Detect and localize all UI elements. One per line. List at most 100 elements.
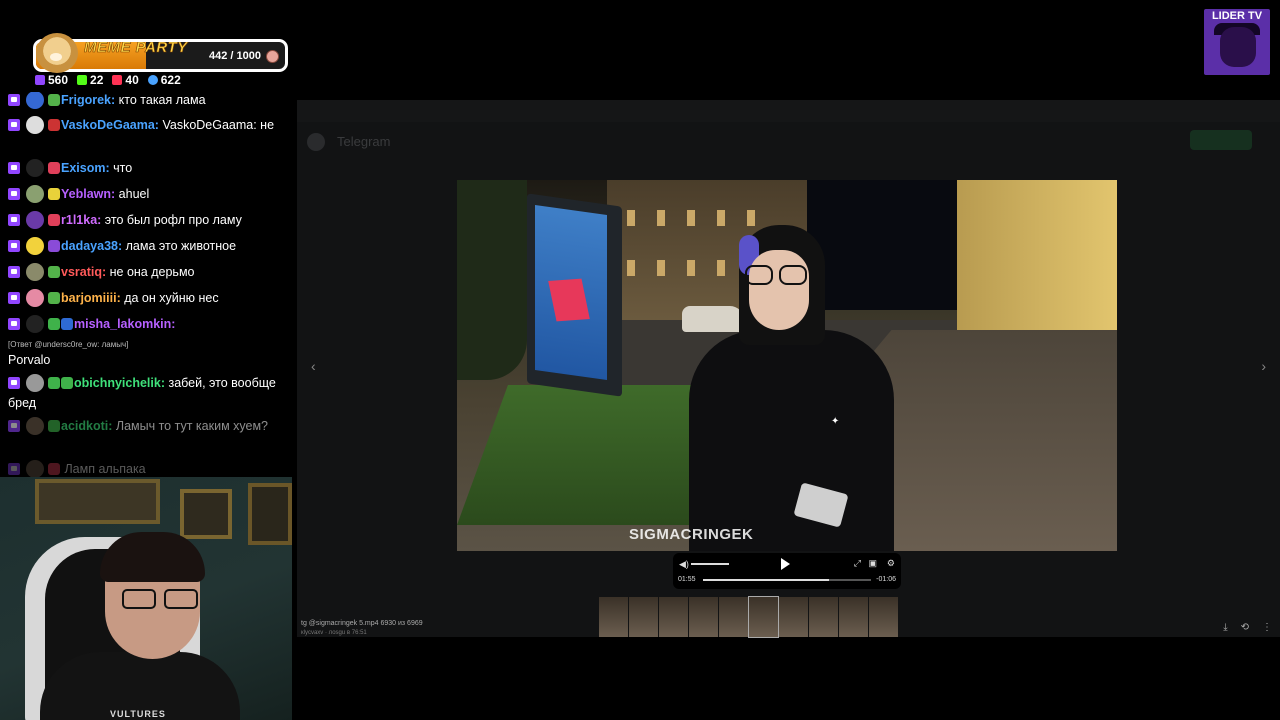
badge-icon <box>48 188 60 200</box>
avatar <box>26 315 44 333</box>
glasses <box>745 265 811 287</box>
shirt-text: VULTURES <box>110 709 166 719</box>
prev-arrow-icon[interactable]: ‹ <box>311 358 316 374</box>
avatar <box>26 460 44 477</box>
heart-badge-icon <box>48 214 60 226</box>
stat-twitch: 560 <box>35 73 68 87</box>
wall-painting <box>35 479 160 524</box>
rotate-icon[interactable]: ⟲ <box>1241 622 1249 633</box>
app-title: Telegram <box>337 134 391 149</box>
wall-painting <box>248 483 292 545</box>
avatar <box>26 417 44 435</box>
twitch-icon <box>8 266 20 278</box>
chat-message: VaskoDeGaama: VaskoDeGaama: не <box>8 115 290 135</box>
play-icon[interactable] <box>781 558 790 570</box>
thumbnail-selected[interactable] <box>748 596 779 638</box>
chat-message: Ламп альпака <box>8 459 290 477</box>
thumbnail[interactable] <box>719 597 748 637</box>
platform-stats: 560 22 40 622 <box>35 73 181 87</box>
thumbnail-strip <box>599 596 898 638</box>
thumbnail[interactable] <box>839 597 868 637</box>
person-face <box>749 250 809 330</box>
badge-icon <box>48 240 60 252</box>
twitch-icon <box>8 377 20 389</box>
glasses <box>122 589 204 611</box>
sprout-badge-icon <box>48 292 60 304</box>
time-current: 01:55 <box>678 576 696 583</box>
avatar <box>26 92 44 109</box>
twitch-icon <box>8 188 20 200</box>
car <box>682 306 744 332</box>
twitch-icon <box>8 463 20 475</box>
media-caption-sub: кlycvaxv · лоsgu в 76:51 <box>301 630 367 636</box>
more-icon[interactable]: ⋮ <box>1262 622 1272 633</box>
kick-icon <box>77 75 88 85</box>
telegram-icon <box>307 133 325 151</box>
time-remaining: -01:06 <box>876 576 896 583</box>
volume-icon[interactable]: ◀) <box>679 559 689 570</box>
chat-message: acidkoti: Ламыч то тут каким хуем? <box>8 416 290 436</box>
twitch-icon <box>8 94 20 106</box>
stat-kick: 22 <box>77 73 103 87</box>
thumbnail[interactable] <box>599 597 628 637</box>
heart-badge-icon <box>48 463 60 475</box>
twitch-icon <box>8 162 20 174</box>
volume-slider[interactable] <box>691 563 729 565</box>
thumbnail[interactable] <box>629 597 658 637</box>
chat-message: Yeblawn: ahuel <box>8 184 290 204</box>
next-arrow-icon[interactable]: › <box>1261 358 1266 374</box>
video-frame[interactable]: SIGMACRINGEK ✦ <box>457 180 1117 551</box>
badge-icon <box>61 318 73 330</box>
seek-bar[interactable] <box>703 579 871 581</box>
badge-icon <box>48 266 60 278</box>
webcam: VULTURES <box>0 477 292 720</box>
stat-viewers: 622 <box>147 73 181 87</box>
badge-icon <box>48 119 60 131</box>
seek-fill <box>703 579 829 581</box>
chat-message: Frigorek: кто такая лама <box>8 92 290 110</box>
ghost-button[interactable] <box>1190 130 1252 150</box>
chat-message: Porvalo <box>8 353 51 367</box>
video-controls: ◀) ⤢ ▣ ⚙ 01:55 -01:06 <box>673 553 901 589</box>
avatar <box>26 185 44 203</box>
download-icon[interactable]: ⤓ <box>1223 622 1227 633</box>
chat-message: dadaya38: лама это животное <box>8 236 290 256</box>
meme-party-count: 442 / 1000 <box>209 50 261 62</box>
thumbnail[interactable] <box>659 597 688 637</box>
badge-icon <box>48 318 60 330</box>
avatar <box>26 159 44 177</box>
thumbnail[interactable] <box>809 597 838 637</box>
mouse-cursor-icon: ✦ <box>831 416 840 427</box>
avatar <box>26 237 44 255</box>
viewer-actions: ⤓ ⟲ ⋮ <box>1223 622 1272 633</box>
twitch-icon <box>35 75 45 85</box>
twitch-icon <box>8 292 20 304</box>
viewers-icon <box>147 75 158 85</box>
viewer-topbar <box>297 100 1280 122</box>
speed-icon[interactable]: ⚙ <box>887 558 895 569</box>
twitch-icon <box>8 119 20 131</box>
stat-vkplay: 40 <box>112 73 139 87</box>
doge-icon <box>36 33 78 73</box>
reply-line: [Ответ @undersc0re_ow: ламыч] <box>8 340 129 349</box>
media-viewer: Telegram ‹ › SIGMACRINGEK ✦ ◀) ⤢ ▣ ⚙ 01:… <box>297 100 1280 638</box>
thumbnail[interactable] <box>779 597 808 637</box>
fullscreen-icon[interactable]: ⤢ <box>854 558 861 569</box>
chat-message: Exisom: что <box>8 158 290 178</box>
avatar <box>26 116 44 134</box>
media-caption: tg @sigmacringek 5.mp4 6930 из 6969 <box>301 620 423 627</box>
chat-message: misha_lakomkin: <box>8 314 290 334</box>
logo-text: LIDER TV <box>1211 10 1263 22</box>
thumbnail[interactable] <box>689 597 718 637</box>
video-watermark: SIGMACRINGEK <box>629 526 754 543</box>
chat-message: obichnyichelik: забей, это вообще бред <box>8 374 276 410</box>
meme-party-title: MEME PARTY <box>84 39 188 56</box>
twitch-icon <box>8 318 20 330</box>
thumbnail[interactable] <box>869 597 898 637</box>
chat-message: r1l1ka: это был рофл про ламу <box>8 210 290 230</box>
badge-icon <box>61 377 73 389</box>
chat-overlay: Frigorek: кто такая лама VaskoDeGaama: V… <box>0 92 296 477</box>
wall-painting <box>180 489 232 539</box>
pip-icon[interactable]: ▣ <box>868 558 877 569</box>
twitch-icon <box>8 420 20 432</box>
